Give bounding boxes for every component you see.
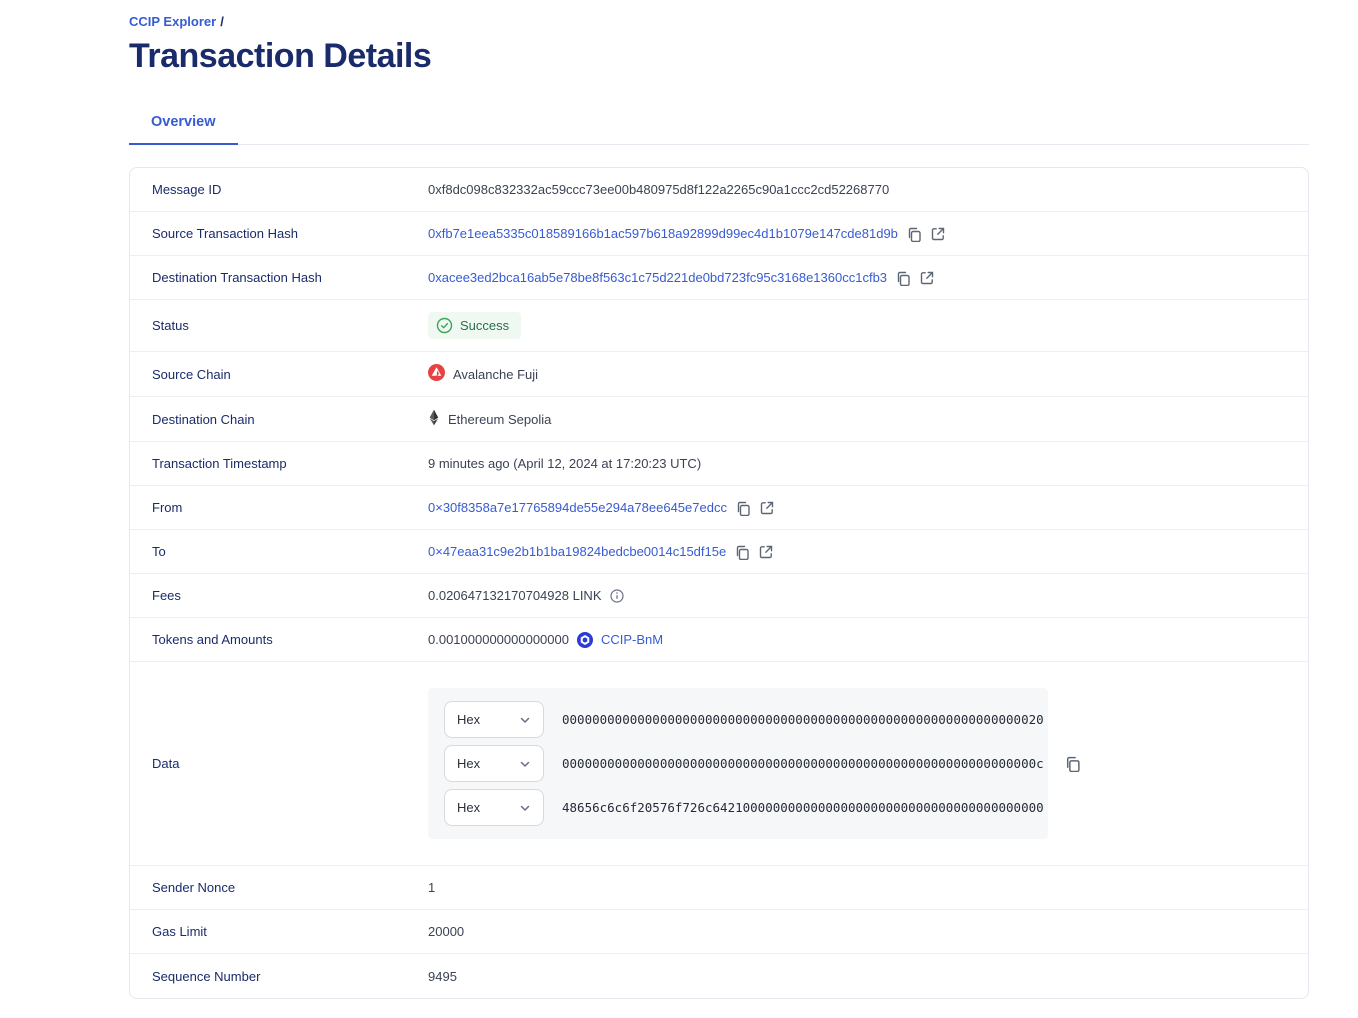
- ethereum-sepolia-icon: [428, 409, 440, 429]
- breadcrumb: CCIP Explorer /: [129, 14, 1309, 29]
- breadcrumb-separator: /: [220, 14, 224, 29]
- info-icon[interactable]: [610, 589, 624, 603]
- dest-tx-hash-link[interactable]: 0xacee3ed2bca16ab5e78be8f563c1c75d221de0…: [428, 270, 887, 285]
- row-label: Source Transaction Hash: [130, 214, 428, 253]
- check-circle-icon: [436, 317, 453, 334]
- table-row-sequence-number: Sequence Number 9495: [130, 954, 1308, 998]
- message-id-value: 0xf8dc098c832332ac59ccc73ee00b480975d8f1…: [428, 182, 889, 197]
- row-label: Sequence Number: [130, 957, 428, 996]
- token-amount-value: 0.001000000000000000: [428, 632, 569, 647]
- hex-format-select[interactable]: Hex: [444, 701, 544, 738]
- hex-format-label: Hex: [457, 756, 480, 771]
- transaction-details-page: CCIP Explorer / Transaction Details Overv…: [129, 0, 1309, 999]
- row-label: Sender Nonce: [130, 868, 428, 907]
- to-address-link[interactable]: 0×47eaa31c9e2b1b1ba19824bedcbe0014c15df1…: [428, 544, 726, 559]
- dest-chain-name: Ethereum Sepolia: [448, 412, 551, 427]
- tab-bar: Overview: [129, 114, 1309, 145]
- chevron-down-icon: [519, 802, 531, 814]
- table-row-message-id: Message ID 0xf8dc098c832332ac59ccc73ee00…: [130, 168, 1308, 212]
- copy-icon[interactable]: [1064, 755, 1081, 772]
- chevron-down-icon: [519, 714, 531, 726]
- data-hex-value: 0000000000000000000000000000000000000000…: [562, 756, 1044, 771]
- row-label: From: [130, 488, 428, 527]
- source-chain-name: Avalanche Fuji: [453, 367, 538, 382]
- table-row-dest-tx-hash: Destination Transaction Hash 0xacee3ed2b…: [130, 256, 1308, 300]
- external-link-icon[interactable]: [919, 270, 935, 286]
- table-row-to: To 0×47eaa31c9e2b1b1ba19824bedcbe0014c15…: [130, 530, 1308, 574]
- row-label: Fees: [130, 576, 428, 615]
- row-label: Destination Transaction Hash: [130, 258, 428, 297]
- data-line: Hex 48656c6c6f20576f726c6421000000000000…: [444, 789, 1032, 826]
- gas-limit-value: 20000: [428, 924, 464, 939]
- sequence-number-value: 9495: [428, 969, 457, 984]
- copy-icon[interactable]: [906, 226, 922, 242]
- copy-icon[interactable]: [734, 544, 750, 560]
- row-label: Transaction Timestamp: [130, 444, 428, 483]
- table-row-source-chain: Source Chain Avalanche Fuji: [130, 352, 1308, 397]
- table-row-sender-nonce: Sender Nonce 1: [130, 866, 1308, 910]
- page-title: Transaction Details: [129, 37, 1309, 76]
- avalanche-fuji-icon: [428, 364, 445, 384]
- row-label: Gas Limit: [130, 912, 428, 951]
- table-row-from: From 0×30f8358a7e17765894de55e294a78ee64…: [130, 486, 1308, 530]
- table-row-fees: Fees 0.020647132170704928 LINK: [130, 574, 1308, 618]
- transaction-detail-table: Message ID 0xf8dc098c832332ac59ccc73ee00…: [129, 167, 1309, 999]
- table-row-source-tx-hash: Source Transaction Hash 0xfb7e1eea5335c0…: [130, 212, 1308, 256]
- ccip-bnm-token-icon: [577, 632, 593, 648]
- chevron-down-icon: [519, 758, 531, 770]
- breadcrumb-ccip-explorer-link[interactable]: CCIP Explorer: [129, 14, 216, 29]
- data-line: Hex 000000000000000000000000000000000000…: [444, 745, 1032, 782]
- row-label: Message ID: [130, 170, 428, 209]
- data-hex-box: Hex 000000000000000000000000000000000000…: [428, 688, 1048, 839]
- status-badge-label: Success: [460, 318, 509, 333]
- sender-nonce-value: 1: [428, 880, 435, 895]
- row-label: Destination Chain: [130, 400, 428, 439]
- row-label: Tokens and Amounts: [130, 620, 428, 659]
- row-label: To: [130, 532, 428, 571]
- fees-value: 0.020647132170704928 LINK: [428, 588, 602, 603]
- ccip-bnm-token-link[interactable]: CCIP-BnM: [601, 632, 663, 647]
- hex-format-select[interactable]: Hex: [444, 789, 544, 826]
- row-label: Data: [130, 744, 428, 783]
- data-line: Hex 000000000000000000000000000000000000…: [444, 701, 1032, 738]
- copy-icon[interactable]: [895, 270, 911, 286]
- external-link-icon[interactable]: [758, 544, 774, 560]
- table-row-status: Status Success: [130, 300, 1308, 352]
- hex-format-label: Hex: [457, 712, 480, 727]
- table-row-gas-limit: Gas Limit 20000: [130, 910, 1308, 954]
- hex-format-label: Hex: [457, 800, 480, 815]
- table-row-tokens: Tokens and Amounts 0.001000000000000000 …: [130, 618, 1308, 662]
- copy-icon[interactable]: [735, 500, 751, 516]
- external-link-icon[interactable]: [930, 226, 946, 242]
- row-label: Status: [130, 306, 428, 345]
- data-hex-value: 0000000000000000000000000000000000000000…: [562, 712, 1044, 727]
- tab-overview[interactable]: Overview: [129, 114, 238, 145]
- status-badge: Success: [428, 312, 521, 339]
- table-row-timestamp: Transaction Timestamp 9 minutes ago (Apr…: [130, 442, 1308, 486]
- timestamp-value: 9 minutes ago (April 12, 2024 at 17:20:2…: [428, 456, 701, 471]
- external-link-icon[interactable]: [759, 500, 775, 516]
- from-address-link[interactable]: 0×30f8358a7e17765894de55e294a78ee645e7ed…: [428, 500, 727, 515]
- hex-format-select[interactable]: Hex: [444, 745, 544, 782]
- table-row-data: Data Hex 0000000000000000000000000000000…: [130, 662, 1308, 866]
- row-label: Source Chain: [130, 355, 428, 394]
- data-hex-value: 48656c6c6f20576f726c64210000000000000000…: [562, 800, 1044, 815]
- source-tx-hash-link[interactable]: 0xfb7e1eea5335c018589166b1ac597b618a9289…: [428, 226, 898, 241]
- table-row-dest-chain: Destination Chain Ethereum Sepolia: [130, 397, 1308, 442]
